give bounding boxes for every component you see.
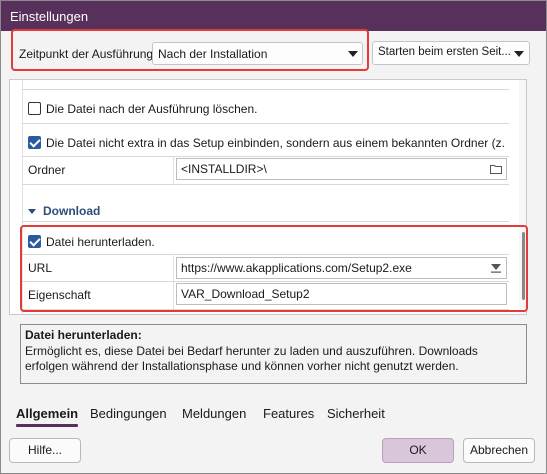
window-title: Einstellungen [10, 9, 89, 24]
highlight-box-timing [11, 29, 369, 71]
settings-dialog: Einstellungen Zeitpunkt der Ausführung: … [0, 0, 547, 474]
cancel-button[interactable]: Abbrechen [463, 438, 535, 463]
row-divider [22, 184, 509, 185]
not-embed-label: Die Datei nicht extra in das Setup einbi… [46, 136, 506, 150]
folder-icon[interactable] [490, 164, 502, 174]
description-heading: Datei herunterladen: [25, 328, 142, 342]
ok-button[interactable]: OK [382, 438, 454, 463]
active-tab-indicator [16, 424, 78, 427]
not-embed-checkbox[interactable] [28, 136, 41, 149]
section-download: Download [43, 204, 101, 218]
tab-bedingungen[interactable]: Bedingungen [90, 406, 167, 421]
column-divider [173, 156, 174, 184]
folder-label: Ordner [28, 163, 66, 177]
start-dropdown-value: Starten beim ersten Seit... [378, 46, 511, 58]
row-divider [22, 123, 509, 124]
folder-field[interactable]: <INSTALLDIR>\ [176, 158, 507, 180]
description-box: Datei herunterladen: Ermöglicht es, dies… [20, 324, 527, 384]
chevron-down-icon [514, 51, 524, 57]
tab-sicherheit[interactable]: Sicherheit [327, 406, 385, 421]
description-text: Ermöglicht es, diese Datei bei Bedarf he… [25, 344, 478, 373]
tab-allgemein[interactable]: Allgemein [16, 406, 78, 421]
title-bar: Einstellungen [1, 1, 546, 31]
help-button[interactable]: Hilfe... [9, 438, 81, 463]
folder-value: <INSTALLDIR>\ [181, 162, 267, 176]
start-dropdown[interactable]: Starten beim ersten Seit... [372, 41, 530, 65]
delete-after-checkbox[interactable] [28, 102, 41, 115]
highlight-box-download [20, 225, 528, 312]
row-divider [22, 221, 509, 222]
row-divider [22, 156, 509, 157]
delete-after-label: Die Datei nach der Ausführung löschen. [46, 102, 258, 116]
collapse-arrow-icon[interactable] [28, 209, 36, 214]
tab-features[interactable]: Features [263, 406, 314, 421]
tab-meldungen[interactable]: Meldungen [182, 406, 246, 421]
row-divider [22, 89, 509, 90]
